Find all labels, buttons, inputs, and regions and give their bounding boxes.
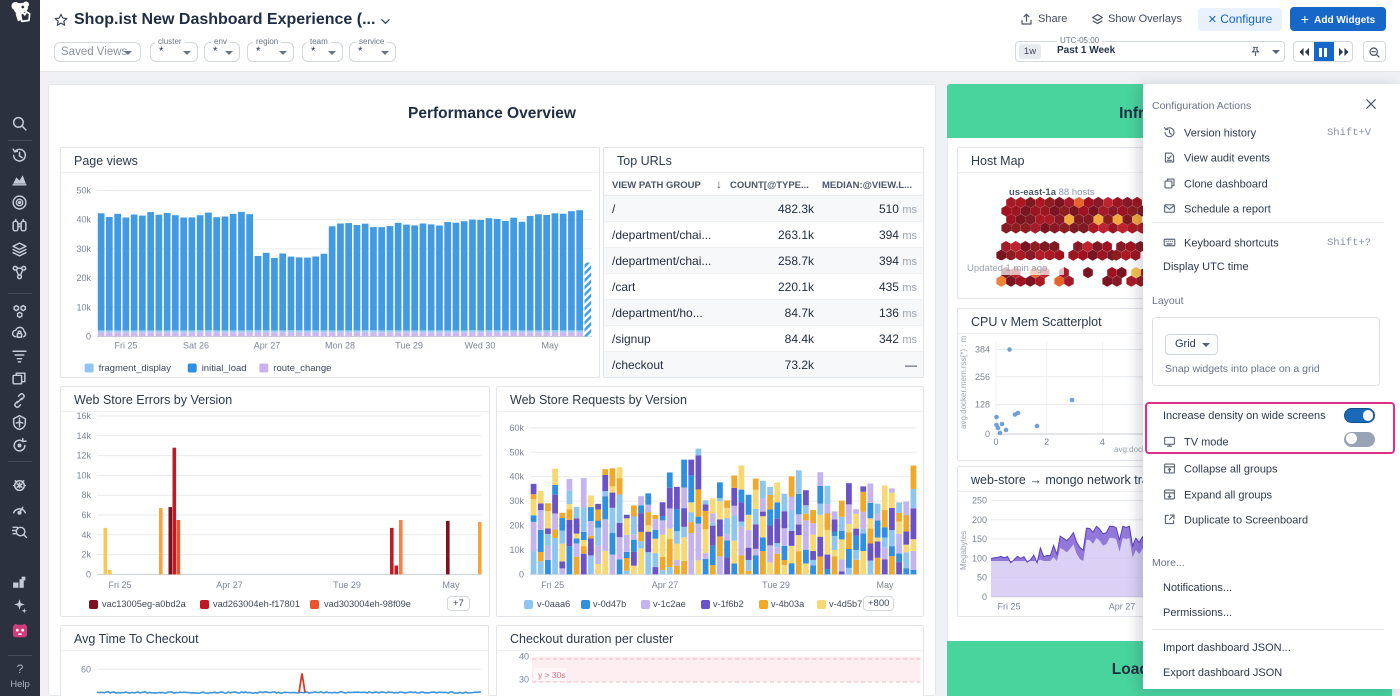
svg-text:us-east-1a 88 hosts: us-east-1a 88 hosts xyxy=(1009,187,1095,198)
svg-text:12k: 12k xyxy=(76,451,91,461)
svg-text:Megabytes: Megabytes xyxy=(959,531,968,570)
svg-text:0: 0 xyxy=(985,429,990,439)
svg-text:Apr 27: Apr 27 xyxy=(216,580,243,590)
svg-text:2: 2 xyxy=(1044,437,1049,447)
svg-text:0: 0 xyxy=(86,569,91,579)
svg-text:384: 384 xyxy=(975,345,990,355)
svg-text:Apr 27: Apr 27 xyxy=(1109,602,1136,612)
svg-text:0: 0 xyxy=(86,332,91,342)
svg-text:60k: 60k xyxy=(509,423,524,433)
svg-text:14k: 14k xyxy=(76,431,91,441)
svg-text:4k: 4k xyxy=(81,530,91,540)
svg-text:40k: 40k xyxy=(76,215,91,225)
svg-text:Tue 29: Tue 29 xyxy=(762,580,790,590)
svg-text:8k: 8k xyxy=(81,490,91,500)
svg-text:256: 256 xyxy=(975,372,990,382)
svg-text:60: 60 xyxy=(81,664,91,674)
svg-text:128: 128 xyxy=(975,400,990,410)
svg-text:10k: 10k xyxy=(509,545,524,555)
svg-text:40: 40 xyxy=(519,652,529,662)
svg-text:30k: 30k xyxy=(76,244,91,254)
svg-text:200: 200 xyxy=(972,515,987,525)
svg-text:initial_load: initial_load xyxy=(202,363,247,374)
svg-text:0: 0 xyxy=(993,437,998,447)
svg-text:20k: 20k xyxy=(509,521,524,531)
svg-text:fragment_display: fragment_display xyxy=(99,363,172,374)
svg-text:0: 0 xyxy=(982,592,987,602)
svg-text:Tue 29: Tue 29 xyxy=(395,341,423,351)
svg-text:Apr 27: Apr 27 xyxy=(254,341,281,351)
svg-text:50k: 50k xyxy=(509,447,524,457)
svg-text:Fri 25: Fri 25 xyxy=(541,580,564,590)
svg-text:30: 30 xyxy=(519,675,529,685)
svg-text:2k: 2k xyxy=(81,550,91,560)
svg-text:Mon 28: Mon 28 xyxy=(325,341,355,351)
svg-text:May: May xyxy=(442,580,460,590)
svg-text:Fri 25: Fri 25 xyxy=(108,580,131,590)
svg-text:6k: 6k xyxy=(81,510,91,520)
svg-text:Sat 26: Sat 26 xyxy=(183,341,209,351)
svg-text:50k: 50k xyxy=(76,186,91,196)
svg-text:100: 100 xyxy=(972,553,987,563)
svg-text:Tue 29: Tue 29 xyxy=(333,580,361,590)
svg-text:Fri 25: Fri 25 xyxy=(997,602,1020,612)
svg-text:Updated 1 min ago: Updated 1 min ago xyxy=(967,263,1047,274)
svg-text:route_change: route_change xyxy=(273,363,331,374)
svg-text:Wed 30: Wed 30 xyxy=(465,341,496,351)
svg-text:40k: 40k xyxy=(509,472,524,482)
svg-text:30k: 30k xyxy=(509,496,524,506)
svg-text:May: May xyxy=(541,341,559,351)
svg-text:50: 50 xyxy=(977,573,987,583)
svg-text:Fri 25: Fri 25 xyxy=(114,341,137,351)
svg-text:16k: 16k xyxy=(76,412,91,421)
svg-text:150: 150 xyxy=(972,534,987,544)
svg-text:4: 4 xyxy=(1100,437,1105,447)
svg-text:Apr 27: Apr 27 xyxy=(652,580,679,590)
svg-text:avg:docker.mem.rss(*) : m: avg:docker.mem.rss(*) : m xyxy=(959,335,968,429)
svg-text:250: 250 xyxy=(972,496,987,506)
svg-text:May: May xyxy=(876,580,894,590)
svg-text:y > 30s: y > 30s xyxy=(538,670,566,680)
svg-text:10k: 10k xyxy=(76,302,91,312)
svg-text:0: 0 xyxy=(519,569,524,579)
svg-text:20k: 20k xyxy=(76,273,91,283)
svg-text:10k: 10k xyxy=(76,470,91,480)
